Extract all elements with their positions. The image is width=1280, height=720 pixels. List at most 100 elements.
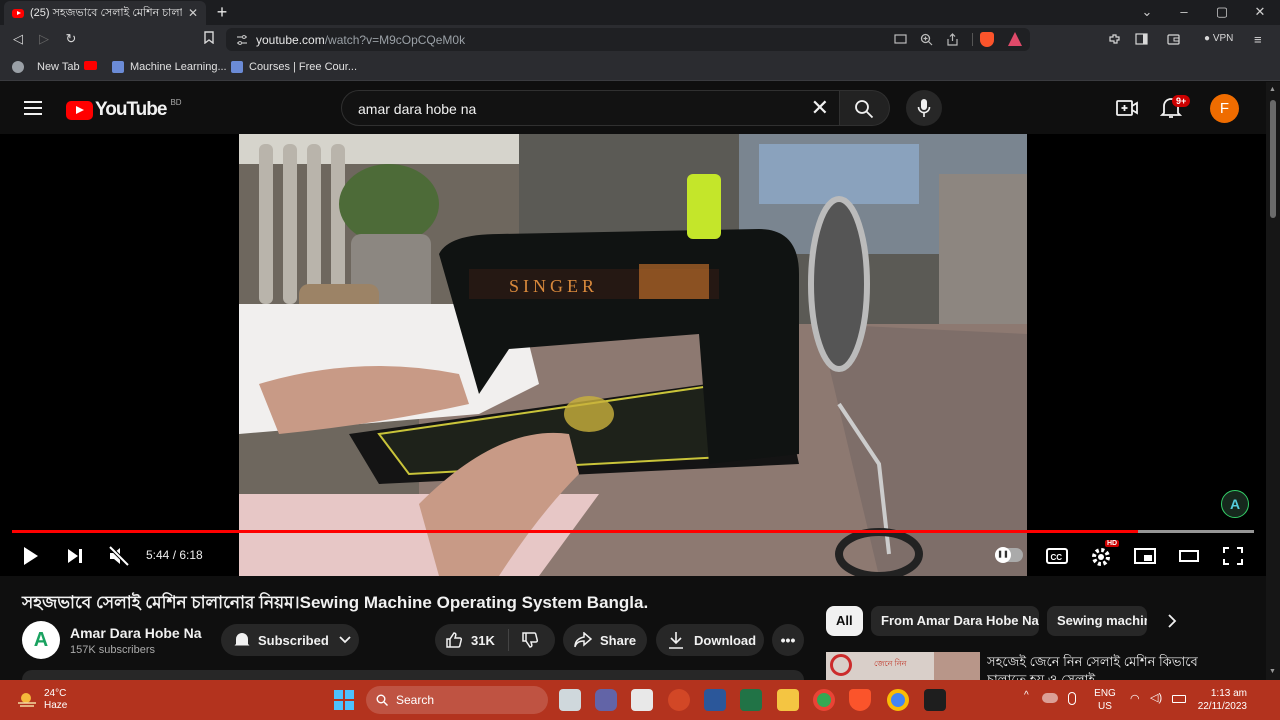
zoom-icon[interactable] xyxy=(920,33,933,46)
cloud-icon[interactable] xyxy=(1042,693,1058,703)
menu-icon[interactable] xyxy=(24,101,42,115)
fullscreen-icon[interactable] xyxy=(1222,544,1244,568)
scroll-down-icon[interactable]: ▼ xyxy=(1269,668,1276,675)
maximize-button[interactable]: ▢ xyxy=(1214,4,1230,20)
closed-captions-icon[interactable]: CC xyxy=(1046,544,1068,568)
settings-gear-icon[interactable] xyxy=(1090,544,1112,568)
system-clock[interactable]: 1:13 am 22/11/2023 xyxy=(1195,687,1247,713)
volume-icon[interactable]: ◁) xyxy=(1150,691,1162,704)
channel-name[interactable]: Amar Dara Hobe Na xyxy=(70,625,202,641)
progress-bar[interactable] xyxy=(12,530,1254,533)
new-tab-button[interactable]: + xyxy=(212,2,232,22)
thumbs-down-icon[interactable] xyxy=(521,631,539,649)
browser-menu-icon[interactable]: ≡ xyxy=(1254,32,1262,47)
close-tab-icon[interactable]: ✕ xyxy=(188,6,198,20)
windows-start-icon[interactable] xyxy=(333,689,355,711)
miniplayer-icon[interactable] xyxy=(1134,544,1156,568)
chip-sewing-machine[interactable]: Sewing machin xyxy=(1047,606,1147,636)
bookmark-machine-learning[interactable]: Machine Learning... xyxy=(112,61,227,73)
snipping-tool-icon[interactable] xyxy=(631,689,653,711)
scrollbar-thumb[interactable] xyxy=(1270,100,1276,218)
battery-icon[interactable] xyxy=(1172,695,1186,703)
brave-browser-icon[interactable] xyxy=(849,689,871,711)
share-button[interactable]: Share xyxy=(563,624,647,656)
bookmark-courses[interactable]: Courses | Free Cour... xyxy=(231,61,357,73)
share-page-icon[interactable] xyxy=(946,33,959,46)
share-label: Share xyxy=(600,632,637,648)
autoplay-toggle[interactable]: ❚❚ xyxy=(995,547,1023,563)
video-frame[interactable]: SINGER xyxy=(239,134,1027,576)
extensions-icon[interactable] xyxy=(1108,33,1121,46)
search-button[interactable] xyxy=(840,90,890,126)
chrome-profile-icon[interactable] xyxy=(887,689,909,711)
minimize-button[interactable]: – xyxy=(1176,4,1192,19)
download-button[interactable]: Download xyxy=(656,624,764,656)
chrome-icon[interactable] xyxy=(813,689,835,711)
vpn-button[interactable]: ● VPN xyxy=(1204,33,1233,44)
site-settings-icon[interactable] xyxy=(236,34,248,46)
recommended-video-thumbnail[interactable]: জেনে নিন xyxy=(826,652,980,680)
back-icon[interactable]: ◁ xyxy=(10,31,26,47)
wifi-icon[interactable]: ◠ xyxy=(1130,692,1140,705)
task-view-icon[interactable] xyxy=(559,689,581,711)
thumbs-up-icon xyxy=(446,632,463,648)
terminal-icon[interactable] xyxy=(924,689,946,711)
video-player[interactable]: SINGER A 5:44 / 6:18 ❚❚ CC HD xyxy=(0,134,1266,576)
show-hidden-icons[interactable]: ^ xyxy=(1024,690,1029,701)
bookmark-new-tab[interactable]: New Tab xyxy=(12,61,80,73)
file-explorer-icon[interactable] xyxy=(777,689,799,711)
close-window-button[interactable]: ✕ xyxy=(1252,4,1268,20)
weather-widget[interactable]: 24°C Haze xyxy=(16,688,67,712)
youtube-logo[interactable]: YouTube BD xyxy=(66,98,182,121)
browser-tab[interactable]: (25) সহজভাবে সেলাই মেশিন চালা ✕ xyxy=(4,1,206,25)
channel-watermark[interactable]: A xyxy=(1221,490,1249,518)
mute-icon[interactable] xyxy=(108,544,130,568)
theater-mode-icon[interactable] xyxy=(1178,544,1200,568)
taskbar-search[interactable]: Search xyxy=(366,686,548,714)
voice-search-button[interactable] xyxy=(906,90,942,126)
forward-icon[interactable]: ▷ xyxy=(36,31,52,47)
wallet-icon[interactable] xyxy=(1167,33,1180,45)
page-scrollbar[interactable]: ▲ ▼ xyxy=(1266,82,1280,680)
like-count: 31K xyxy=(471,632,495,648)
bookmark-page-icon[interactable] xyxy=(201,31,217,47)
word-icon[interactable] xyxy=(704,689,726,711)
description-box[interactable] xyxy=(22,670,804,680)
subscribed-button[interactable]: Subscribed xyxy=(221,624,359,656)
brave-rewards-icon[interactable] xyxy=(1008,32,1022,46)
microphone-tray-icon[interactable] xyxy=(1068,692,1076,705)
powerpoint-icon[interactable] xyxy=(668,689,690,711)
youtube-play-logo-icon xyxy=(66,100,93,120)
excel-icon[interactable] xyxy=(740,689,762,711)
chevron-right-icon[interactable] xyxy=(1167,614,1177,628)
clear-search-icon[interactable]: ✕ xyxy=(811,95,829,121)
subscribed-label: Subscribed xyxy=(258,632,329,648)
recommended-video-title[interactable]: সহজেই জেনে নিন সেলাই মেশিন কিভাবে চালাতে… xyxy=(987,653,1227,680)
brave-shields-icon[interactable] xyxy=(980,32,994,47)
address-bar[interactable]: youtube.com/watch?v=M9cOpCQeM0k xyxy=(226,28,1030,51)
like-button[interactable]: 31K xyxy=(435,629,509,651)
search-input[interactable]: amar dara hobe na ✕ xyxy=(341,90,840,126)
create-video-icon[interactable] xyxy=(1116,98,1138,118)
scroll-up-icon[interactable]: ▲ xyxy=(1269,86,1276,93)
cast-icon[interactable] xyxy=(894,34,907,45)
reload-icon[interactable]: ↻ xyxy=(63,31,79,47)
search-query: amar dara hobe na xyxy=(358,101,477,117)
globe-icon xyxy=(12,61,24,73)
next-video-icon[interactable] xyxy=(66,544,84,568)
weather-condition: Haze xyxy=(44,700,68,711)
more-actions-button[interactable]: ••• xyxy=(772,624,804,656)
bookmark-youtube[interactable] xyxy=(84,61,97,70)
channel-avatar[interactable]: A xyxy=(22,621,60,659)
download-icon xyxy=(669,632,683,649)
tab-search-chevron-icon[interactable]: ⌄ xyxy=(1139,4,1155,20)
language-indicator[interactable]: ENG US xyxy=(1094,687,1116,713)
chip-from-channel[interactable]: From Amar Dara Hobe Na xyxy=(871,606,1039,636)
bookmark-label: New Tab xyxy=(37,61,80,73)
sidebar-icon[interactable] xyxy=(1135,33,1148,45)
more-dots-icon: ••• xyxy=(780,632,796,648)
play-button-icon[interactable] xyxy=(22,544,40,568)
chip-all[interactable]: All xyxy=(826,606,863,636)
account-avatar[interactable]: F xyxy=(1210,94,1239,123)
teams-icon[interactable] xyxy=(595,689,617,711)
